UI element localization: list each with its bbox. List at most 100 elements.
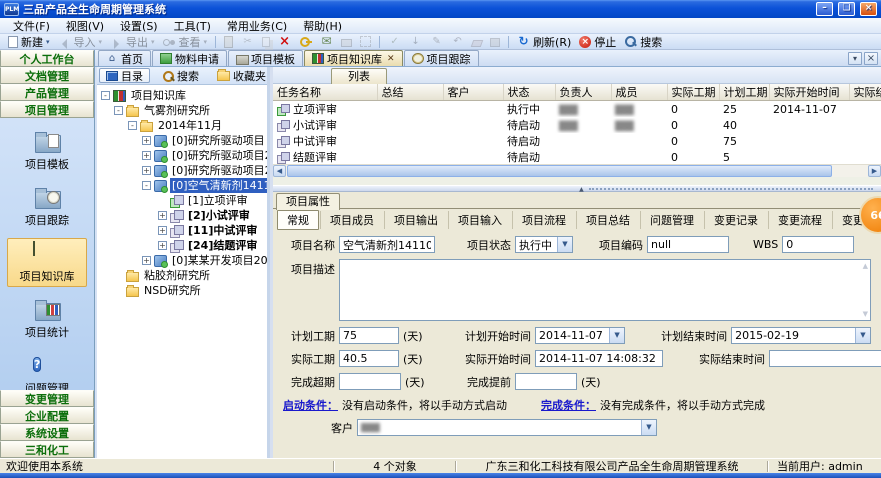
sidebar-group-product-mgmt[interactable]: 产品管理 — [0, 84, 94, 101]
sidebar-item-project-tracking[interactable]: 项目跟踪 — [7, 182, 87, 231]
tree-node-institute[interactable]: -气雾剂研究所 — [99, 103, 267, 118]
col-customer[interactable]: 客户 — [443, 84, 503, 101]
tree-node-task[interactable]: +[11]中试评审 — [99, 223, 267, 238]
actual-end-field[interactable] — [769, 350, 881, 367]
new-button[interactable]: 新建▾ — [4, 34, 54, 49]
scroll-left-icon[interactable] — [273, 165, 286, 177]
col-summary[interactable]: 总结 — [377, 84, 443, 101]
col-task-name[interactable]: 任务名称 — [273, 84, 377, 101]
tab-home[interactable]: 首页 — [98, 50, 151, 66]
tab-project-template[interactable]: 项目模板 — [228, 50, 303, 66]
sidebar-group-enterprise-config[interactable]: 企业配置 — [0, 407, 94, 424]
expander-icon[interactable]: + — [142, 136, 151, 145]
actual-start-field[interactable] — [535, 350, 663, 367]
tab-list[interactable]: 列表 — [331, 68, 387, 84]
import-button[interactable]: 导入▾ — [54, 34, 107, 49]
approve-button[interactable] — [384, 34, 405, 49]
paste-button[interactable] — [220, 34, 237, 49]
table-row[interactable]: 小试评审 待启动 ███ ███ 0 40 立项评审 — [273, 117, 881, 133]
stamp-button[interactable] — [486, 34, 504, 49]
tree-node-task[interactable]: [1]立项评审 — [99, 193, 267, 208]
overdue-field[interactable] — [339, 373, 401, 390]
tree-node-project-selected[interactable]: -[0]空气清新剂141107 — [99, 178, 267, 193]
expander-icon[interactable]: + — [142, 151, 151, 160]
table-row[interactable]: 结题评审 待启动 0 5 中试评审 — [273, 149, 881, 164]
tab-project-input[interactable]: 项目输入 — [448, 211, 511, 229]
tree-node-task[interactable]: +[2]小试评审 — [99, 208, 267, 223]
tab-project-tracking[interactable]: 项目跟踪 — [404, 50, 479, 66]
expander-icon[interactable]: + — [158, 241, 167, 250]
col-actual-duration[interactable]: 实际工期 — [667, 84, 719, 101]
edit-button[interactable] — [426, 34, 447, 49]
send-button[interactable] — [316, 34, 337, 49]
expander-icon[interactable]: - — [142, 181, 151, 190]
sidebar-group-project-mgmt[interactable]: 项目管理 — [0, 101, 94, 118]
project-name-field[interactable] — [339, 236, 435, 253]
tree-node-institute[interactable]: NSD研究所 — [99, 283, 267, 298]
col-owner[interactable]: 负责人 — [555, 84, 611, 101]
planned-end-picker[interactable]: 2015-02-19 — [731, 327, 871, 344]
col-planned-duration[interactable]: 计划工期 — [719, 84, 769, 101]
expander-icon[interactable]: + — [142, 166, 151, 175]
sidebar-item-project-statistics[interactable]: 项目统计 — [7, 294, 87, 343]
tab-change-record[interactable]: 变更记录 — [704, 211, 767, 229]
restore-button[interactable] — [838, 2, 855, 16]
print-button[interactable] — [337, 34, 356, 49]
expander-icon[interactable]: + — [158, 211, 167, 220]
tab-change-flow[interactable]: 变更流程 — [768, 211, 831, 229]
expander-icon[interactable]: - — [114, 106, 123, 115]
tree-search-button[interactable]: 搜索 — [156, 68, 205, 83]
delete-button[interactable] — [274, 34, 295, 49]
ahead-field[interactable] — [515, 373, 577, 390]
directory-button[interactable]: 目录 — [99, 68, 150, 83]
expander-icon[interactable]: + — [158, 226, 167, 235]
project-description-field[interactable] — [339, 259, 871, 321]
sidebar-item-project-template[interactable]: 项目模板 — [7, 126, 87, 175]
col-actual-end[interactable]: 实际结束时间 — [849, 84, 881, 101]
refresh-button[interactable]: 刷新(R) — [513, 34, 575, 49]
tree-node-root[interactable]: -项目知识库 — [99, 88, 267, 103]
expander-icon[interactable]: - — [128, 121, 137, 130]
undo-button[interactable] — [447, 34, 468, 49]
col-status[interactable]: 状态 — [503, 84, 555, 101]
tab-project-output[interactable]: 项目输出 — [384, 211, 447, 229]
tree-node-project[interactable]: +[0]研究所驱动项目20111050 — [99, 163, 267, 178]
tree-node-project[interactable]: +[0]研究所驱动项目20141105 — [99, 148, 267, 163]
customer-select[interactable]: ███ — [357, 419, 657, 436]
scrollbar-thumb[interactable] — [287, 165, 832, 177]
tree-node-month[interactable]: -2014年11月 — [99, 118, 267, 133]
menu-tools[interactable]: 工具(T) — [166, 17, 219, 35]
finish-condition-link[interactable]: 完成条件： — [541, 397, 596, 413]
expander-icon[interactable]: - — [101, 91, 110, 100]
wbs-field[interactable] — [782, 236, 854, 253]
stop-button[interactable]: 停止 — [575, 34, 620, 49]
actual-duration-field[interactable] — [339, 350, 399, 367]
sidebar-group-system-settings[interactable]: 系统设置 — [0, 424, 94, 441]
sidebar-group-document-mgmt[interactable]: 文档管理 — [0, 67, 94, 84]
sidebar-item-project-knowledge[interactable]: 项目知识库 — [7, 238, 87, 287]
menu-settings[interactable]: 设置(S) — [112, 17, 166, 35]
menu-help[interactable]: 帮助(H) — [295, 17, 350, 35]
expander-icon[interactable]: + — [142, 256, 151, 265]
tab-issue-mgmt[interactable]: 问题管理 — [640, 211, 703, 229]
menu-business[interactable]: 常用业务(C) — [219, 17, 295, 35]
eraser-button[interactable] — [468, 34, 486, 49]
planned-duration-field[interactable] — [339, 327, 399, 344]
tab-project-flow[interactable]: 项目流程 — [512, 211, 575, 229]
horizontal-splitter[interactable] — [273, 185, 881, 192]
menu-file[interactable]: 文件(F) — [5, 17, 58, 35]
sidebar-item-issue-mgmt[interactable]: 问题管理 — [7, 350, 87, 390]
tab-project-knowledge[interactable]: 项目知识库 ✕ — [304, 50, 403, 66]
sidebar-group-personal-workbench[interactable]: 个人工作台 — [0, 50, 94, 67]
copy-button[interactable] — [258, 34, 274, 49]
download-button[interactable] — [405, 34, 426, 49]
export-button[interactable]: 导出▾ — [106, 34, 159, 49]
tree-node-project[interactable]: +[0]研究所驱动项目 — [99, 133, 267, 148]
table-row[interactable]: 中试评审 待启动 0 75 — [273, 133, 881, 149]
search-button[interactable]: 搜索 — [620, 34, 666, 49]
sidebar-group-sanhe-chemical[interactable]: 三和化工 — [0, 441, 94, 458]
col-actual-start[interactable]: 实际开始时间 — [769, 84, 849, 101]
planned-start-picker[interactable]: 2014-11-07 — [535, 327, 625, 344]
menu-view[interactable]: 视图(V) — [58, 17, 112, 35]
tab-list-dropdown-button[interactable] — [848, 52, 862, 65]
